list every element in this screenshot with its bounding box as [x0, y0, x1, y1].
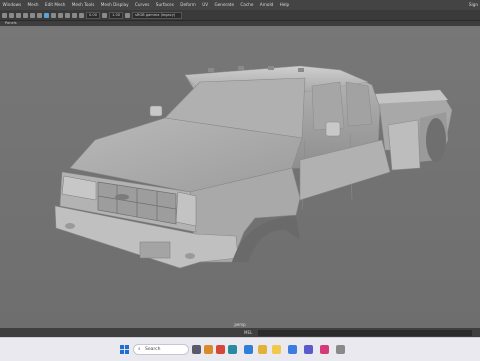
view-transform-select[interactable]: sRGB gamma (legacy) [132, 11, 183, 19]
menu-generate[interactable]: Generate [212, 0, 237, 10]
menu-cache[interactable]: Cache [238, 0, 256, 10]
store-icon[interactable] [288, 345, 297, 354]
camera-attributes-icon[interactable] [9, 12, 14, 18]
truck-model-render [0, 26, 480, 328]
settings-icon[interactable] [336, 345, 345, 354]
panels-label: Panels [5, 21, 17, 25]
lights-icon[interactable] [58, 12, 63, 18]
menu-deform[interactable]: Deform [178, 0, 199, 10]
exposure-field[interactable]: 0.00 [86, 11, 101, 19]
file-explorer-icon[interactable] [272, 345, 281, 354]
search-placeholder: Search [145, 347, 161, 352]
select-camera-icon[interactable] [2, 12, 7, 18]
windows-taskbar: ⌕ Search [0, 337, 480, 361]
menu-bar: Windows Mesh Edit Mesh Mesh Tools Mesh D… [0, 0, 480, 10]
menu-edit-mesh[interactable]: Edit Mesh [42, 0, 67, 10]
instagram-icon[interactable] [320, 345, 329, 354]
app-red-icon[interactable] [216, 345, 225, 354]
3d-viewport[interactable]: persp [0, 26, 480, 328]
mel-label[interactable]: MEL [244, 328, 252, 337]
gamma-field[interactable]: 1.00 [109, 11, 124, 19]
color-management-icon[interactable] [125, 12, 131, 18]
search-icon: ⌕ [138, 347, 141, 352]
menu-mesh[interactable]: Mesh [25, 0, 41, 10]
command-line-bar: MEL [0, 328, 480, 337]
photos-icon[interactable] [304, 345, 313, 354]
smooth-shade-icon[interactable] [44, 12, 49, 18]
mel-command-input[interactable] [258, 329, 472, 336]
gamma-icon[interactable] [102, 12, 108, 18]
camera-label: persp [234, 322, 246, 327]
viewport-toolbar: 0.00 1.00 sRGB gamma (legacy) [0, 10, 480, 21]
menu-arnold[interactable]: Arnold [257, 0, 276, 10]
textured-icon[interactable] [51, 12, 56, 18]
menu-surfaces[interactable]: Surfaces [153, 0, 176, 10]
windows-start-icon[interactable] [120, 345, 129, 354]
wireframe-icon[interactable] [37, 12, 42, 18]
menu-windows[interactable]: Windows [0, 0, 24, 10]
grid-icon[interactable] [30, 12, 35, 18]
sign-in-link[interactable]: Sign [469, 0, 478, 10]
isolate-icon[interactable] [79, 12, 84, 18]
image-plane-icon[interactable] [23, 12, 28, 18]
taskbar-search-box[interactable]: ⌕ Search [133, 344, 189, 355]
xray-icon[interactable] [72, 12, 77, 18]
maya-icon[interactable] [228, 345, 237, 354]
menu-curves[interactable]: Curves [132, 0, 152, 10]
bookmark-icon[interactable] [16, 12, 21, 18]
taskview-icon[interactable] [192, 345, 201, 354]
menu-mesh-tools[interactable]: Mesh Tools [69, 0, 97, 10]
shadows-icon[interactable] [65, 12, 70, 18]
menu-uv[interactable]: UV [200, 0, 211, 10]
ford-logo [115, 194, 129, 200]
chrome-icon[interactable] [258, 345, 267, 354]
widget-icon[interactable] [204, 345, 213, 354]
edge-icon[interactable] [244, 345, 253, 354]
menu-mesh-display[interactable]: Mesh Display [98, 0, 131, 10]
menu-help[interactable]: Help [277, 0, 292, 10]
